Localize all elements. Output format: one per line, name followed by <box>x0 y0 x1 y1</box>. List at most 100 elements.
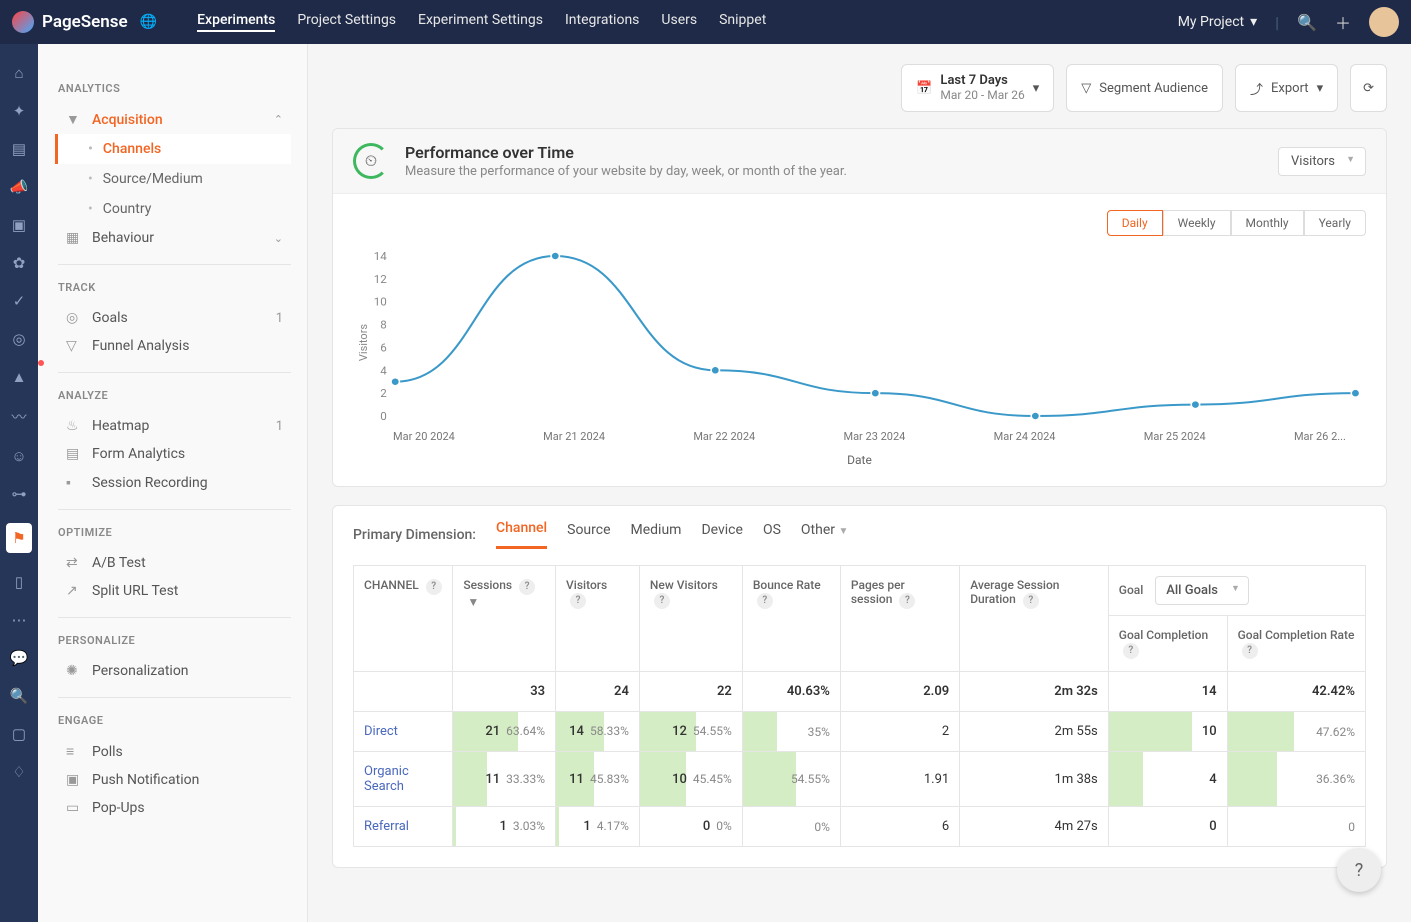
dim-channel[interactable]: Channel <box>496 520 547 549</box>
graph-icon[interactable]: 〰 <box>11 406 26 427</box>
col-bounce[interactable]: Bounce Rate ? <box>742 566 840 672</box>
help-icon[interactable]: ? <box>426 579 442 595</box>
col-sessions[interactable]: Sessions ? ▼ <box>453 566 556 672</box>
channel-link[interactable]: Organic Search <box>354 752 453 807</box>
col-pps[interactable]: Pages per session ? <box>840 566 959 672</box>
sidebar-item-goals[interactable]: ◎ Goals 1 <box>58 304 291 332</box>
dim-other[interactable]: Other ▼ <box>801 522 848 548</box>
calendar-icon: 📅 <box>916 81 932 96</box>
export-button[interactable]: ⤴ Export ▾ <box>1235 64 1338 112</box>
date-range-button[interactable]: 📅 Last 7 Days Mar 20 - Mar 26 ▾ <box>901 64 1054 112</box>
sidebar: ANALYTICS ▼ Acquisition ⌃ Channels Sourc… <box>38 44 308 922</box>
sidebar-item-polls[interactable]: ≡ Polls <box>58 737 291 766</box>
sidebar-item-session-recording[interactable]: ▪ Session Recording <box>58 468 291 497</box>
goals-count: 1 <box>276 311 283 326</box>
freq-daily[interactable]: Daily <box>1107 210 1163 236</box>
avatar[interactable] <box>1369 7 1399 37</box>
sidebar-item-heatmap[interactable]: ♨ Heatmap 1 <box>58 412 291 440</box>
mask-icon[interactable]: ☺ <box>11 447 26 465</box>
sidebar-item-push[interactable]: ▣ Push Notification <box>58 766 291 794</box>
col-goal-completion[interactable]: Goal Completion ? <box>1108 616 1227 672</box>
refresh-button[interactable]: ⟳ <box>1350 64 1387 112</box>
camera-icon: ▪ <box>66 474 82 491</box>
sort-desc-icon[interactable]: ▼ <box>467 595 479 609</box>
chat-icon[interactable]: 💬 <box>10 649 29 667</box>
sidebar-item-split-url[interactable]: ↗ Split URL Test <box>58 577 291 605</box>
check-icon[interactable]: ✓ <box>13 292 26 310</box>
campaign-icon[interactable]: 📣 <box>10 178 29 196</box>
sidebar-item-popups[interactable]: ▭ Pop-Ups <box>58 794 291 822</box>
dim-source[interactable]: Source <box>567 522 610 548</box>
magnify-icon[interactable]: ◎ <box>12 330 25 348</box>
home-icon[interactable]: ⌂ <box>14 64 23 82</box>
help-icon[interactable]: ? <box>570 593 586 609</box>
sidebar-item-form-analytics[interactable]: ▤ Form Analytics <box>58 440 291 468</box>
tab-experiments[interactable]: Experiments <box>197 12 275 32</box>
archive-icon[interactable]: ▣ <box>12 216 26 234</box>
sidebar-label: Split URL Test <box>92 583 178 599</box>
freq-weekly[interactable]: Weekly <box>1163 210 1231 236</box>
export-label: Export <box>1271 81 1309 96</box>
globe-icon[interactable]: 🌐 <box>140 14 157 30</box>
freq-yearly[interactable]: Yearly <box>1304 210 1366 236</box>
svg-text:10: 10 <box>374 296 387 309</box>
sidebar-item-behaviour[interactable]: ▦ Behaviour ⌄ <box>58 224 291 252</box>
sidebar-item-source-medium[interactable]: Source/Medium <box>78 164 291 194</box>
channel-link[interactable]: Direct <box>354 712 453 752</box>
dim-medium[interactable]: Medium <box>631 522 682 548</box>
col-visitors[interactable]: Visitors ? <box>556 566 640 672</box>
doc-icon[interactable]: ▯ <box>15 573 23 591</box>
more-icon[interactable]: ⋯ <box>12 611 27 629</box>
help-icon[interactable]: ? <box>757 593 773 609</box>
help-icon[interactable]: ? <box>1023 593 1039 609</box>
channel-link[interactable]: Referral <box>354 807 453 847</box>
sidebar-item-country[interactable]: Country <box>78 194 291 224</box>
search-icon[interactable]: 🔍 <box>1297 13 1317 32</box>
sidebar-item-acquisition[interactable]: ▼ Acquisition ⌃ <box>58 105 291 134</box>
svg-text:0: 0 <box>380 410 387 423</box>
x-axis-label: Date <box>353 453 1366 467</box>
table-totals-row: 33 24 22 40.63% 2.09 2m 32s 14 42.42% <box>354 672 1366 712</box>
dim-device[interactable]: Device <box>701 522 742 548</box>
dimension-panel: Primary Dimension: Channel Source Medium… <box>332 505 1387 868</box>
toolbar: 📅 Last 7 Days Mar 20 - Mar 26 ▾ ▽ Segmen… <box>332 64 1387 112</box>
flow-icon[interactable]: ✦ <box>13 102 26 120</box>
shield-icon[interactable]: ♢ <box>12 763 25 781</box>
help-icon[interactable]: ? <box>1242 643 1258 659</box>
tab-snippet[interactable]: Snippet <box>719 12 766 32</box>
freq-monthly[interactable]: Monthly <box>1231 210 1304 236</box>
col-duration[interactable]: Average Session Duration ? <box>960 566 1109 672</box>
add-icon[interactable]: ＋ <box>1335 10 1351 34</box>
tab-experiment-settings[interactable]: Experiment Settings <box>418 12 543 32</box>
tab-project-settings[interactable]: Project Settings <box>297 12 396 32</box>
project-selector[interactable]: My Project ▾ <box>1178 14 1257 30</box>
dim-os[interactable]: OS <box>763 522 781 548</box>
help-icon[interactable]: ? <box>519 579 535 595</box>
goal-select[interactable]: All Goals <box>1155 576 1249 605</box>
chart-icon[interactable]: ▤ <box>12 140 26 158</box>
search-rail-icon[interactable]: 🔍 <box>10 687 29 705</box>
segment-button[interactable]: ▽ Segment Audience <box>1066 64 1223 112</box>
tab-integrations[interactable]: Integrations <box>565 12 639 32</box>
sidebar-item-channels[interactable]: Channels <box>55 134 291 164</box>
help-fab[interactable]: ? <box>1337 848 1381 892</box>
sidebar-item-personalization[interactable]: ✺ Personalization <box>58 657 291 685</box>
tab-users[interactable]: Users <box>661 12 697 32</box>
section-optimize: OPTIMIZE <box>58 526 291 539</box>
flag-icon[interactable]: ⚑ <box>6 523 31 553</box>
help-icon[interactable]: ? <box>899 593 915 609</box>
connect-icon[interactable]: ⊶ <box>12 485 27 503</box>
col-goal-rate[interactable]: Goal Completion Rate ? <box>1227 616 1365 672</box>
col-new-visitors[interactable]: New Visitors ? <box>639 566 742 672</box>
sidebar-label: Personalization <box>92 663 189 679</box>
image-icon[interactable]: ▲ <box>12 368 27 386</box>
sidebar-item-ab-test[interactable]: ⇄ A/B Test <box>58 549 291 577</box>
puzzle-icon[interactable]: ✿ <box>13 254 26 272</box>
metric-select[interactable]: Visitors <box>1278 147 1366 176</box>
help-icon[interactable]: ? <box>654 593 670 609</box>
goal-label: Goal <box>1119 583 1144 597</box>
sidebar-item-funnel[interactable]: ▽ Funnel Analysis <box>58 332 291 360</box>
box-icon[interactable]: ▢ <box>12 725 26 743</box>
section-engage: ENGAGE <box>58 714 291 727</box>
help-icon[interactable]: ? <box>1123 643 1139 659</box>
